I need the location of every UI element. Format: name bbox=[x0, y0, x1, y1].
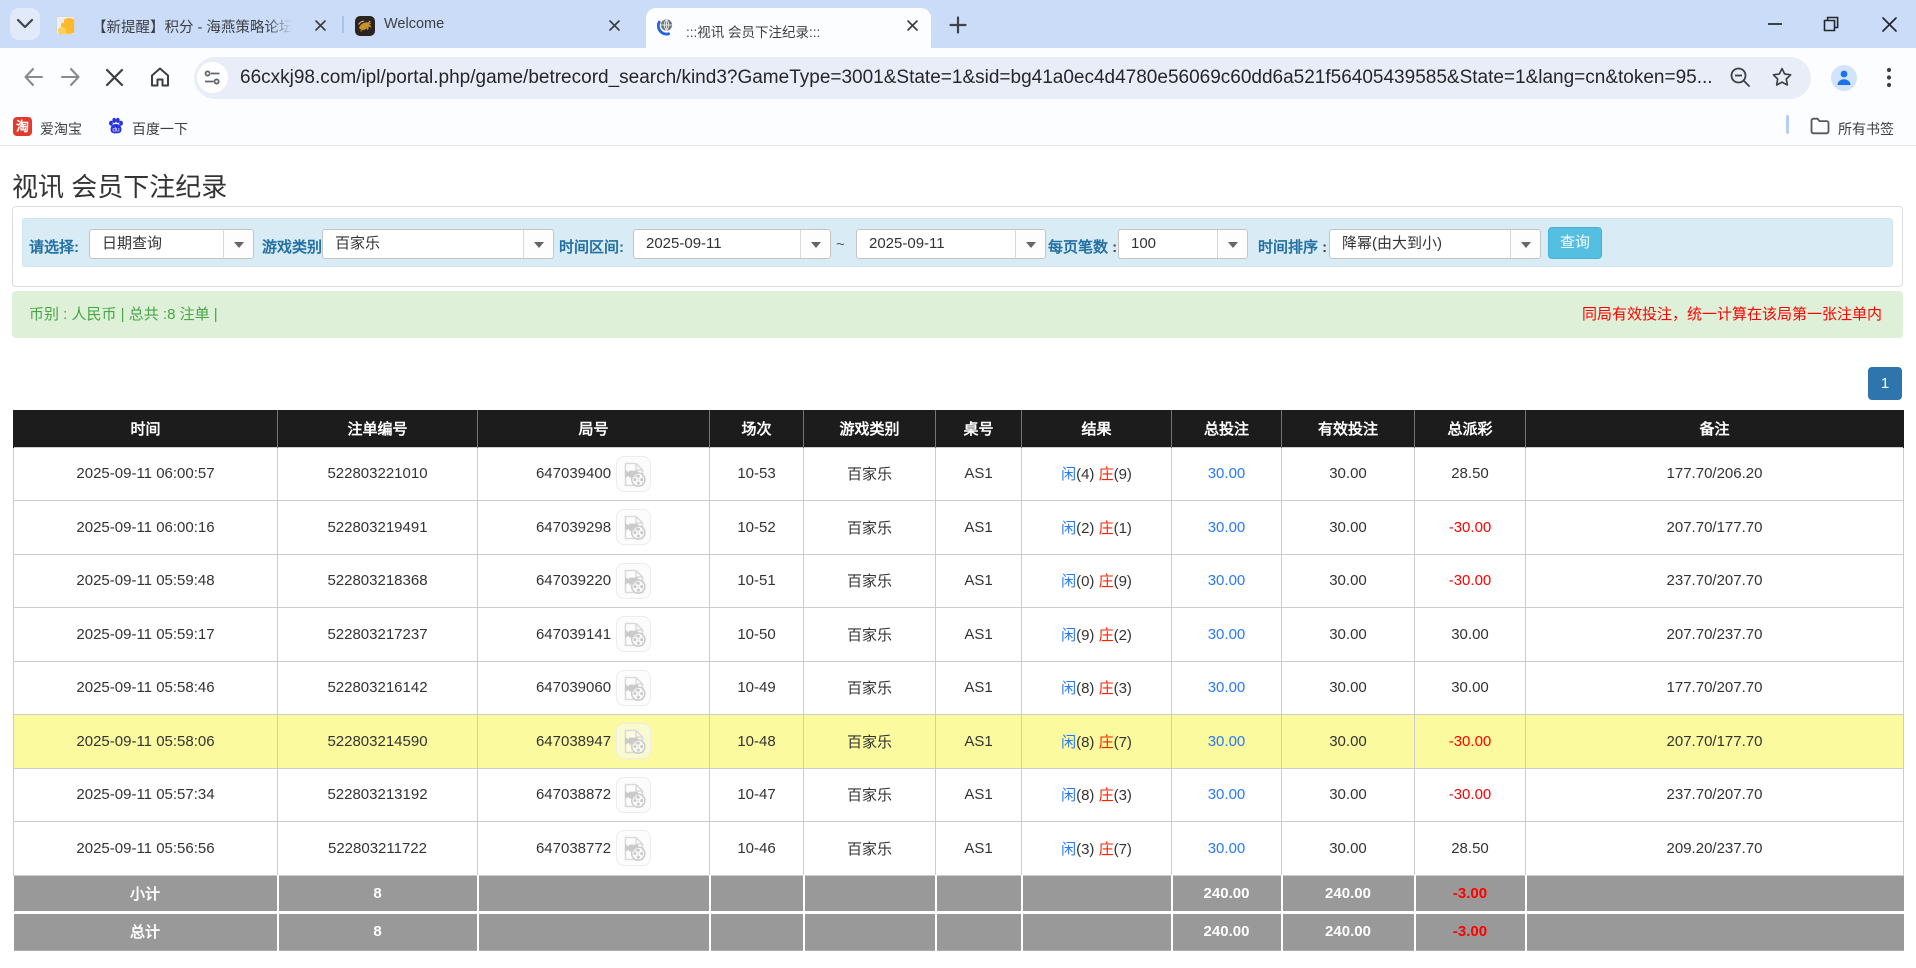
svg-text:du: du bbox=[112, 126, 120, 133]
